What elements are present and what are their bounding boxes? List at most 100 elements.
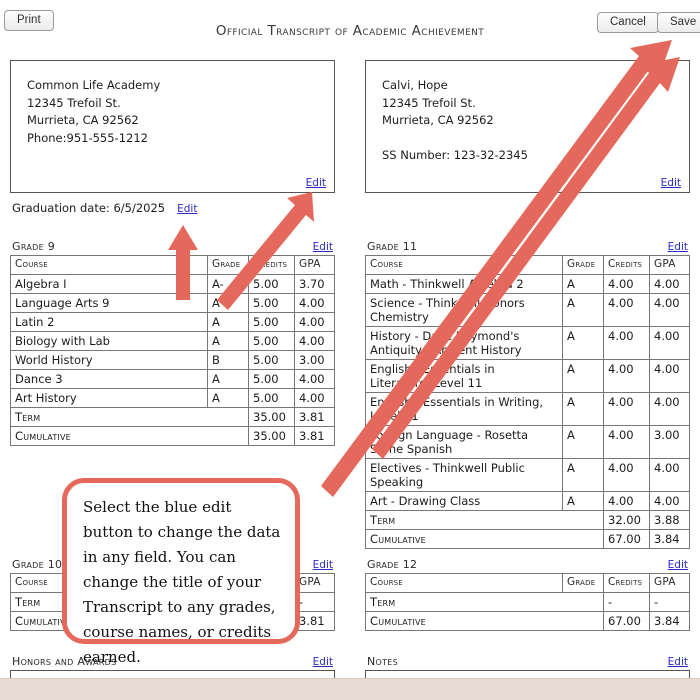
table-row: Latin 2 A 5.00 4.00 xyxy=(10,312,335,332)
cumulative-credits: 67.00 xyxy=(603,611,650,631)
cell-grade: A xyxy=(207,312,249,332)
cell-gpa: 4.00 xyxy=(294,312,335,332)
cell-grade: A xyxy=(207,293,249,313)
edit-grade-12-link[interactable]: Edit xyxy=(668,559,688,571)
cell-grade: A xyxy=(562,274,604,294)
table-row: Language Arts 9 A 5.00 4.00 xyxy=(10,293,335,313)
cell-gpa: 4.00 xyxy=(294,369,335,389)
term-label: Term xyxy=(365,510,604,530)
term-label: Term xyxy=(365,592,604,612)
cell-grade: A xyxy=(207,331,249,351)
cell-course: History - Dave Raymond's Antiquity - Anc… xyxy=(365,326,563,360)
table-row: Electives - Thinkwell Public Speaking A 4.… xyxy=(365,458,690,492)
grade-11-rows: Math - Thinkwell Algebra 2 A 4.00 4.00 Scien… xyxy=(365,274,690,511)
cell-credits: 5.00 xyxy=(248,350,295,370)
edit-student-link[interactable]: Edit xyxy=(661,177,681,189)
student-line: Murrieta, CA 92562 xyxy=(382,113,494,127)
edit-grade-10-link[interactable]: Edit xyxy=(313,559,333,571)
table-row: English - Essentials in Literature, Leve… xyxy=(365,359,690,393)
edit-grade-11-link[interactable]: Edit xyxy=(668,241,688,253)
cumulative-summary-row: Cumulative 35.00 3.81 xyxy=(10,426,335,446)
cell-credits: 4.00 xyxy=(603,425,650,459)
school-line: Murrieta, CA 92562 xyxy=(27,113,139,127)
annotation-callout: Select the blue edit button to change th… xyxy=(62,478,300,666)
save-button[interactable]: Save xyxy=(657,12,700,33)
cell-course: World History xyxy=(10,350,208,370)
col-credits: Credits xyxy=(603,255,650,275)
cell-gpa: 4.00 xyxy=(294,331,335,351)
term-summary-row: Term 35.00 3.81 xyxy=(10,407,335,427)
transcript-page: Official Transcript of Academic Achievem… xyxy=(0,0,700,700)
school-line: 12345 Trefoil St. xyxy=(27,95,121,110)
table-row: Art History A 5.00 4.00 xyxy=(10,388,335,408)
edit-grade-9-link[interactable]: Edit xyxy=(313,241,333,253)
title-row: Official Transcript of Academic Achievem… xyxy=(0,20,700,39)
table-header-row: Course Grade Credits GPA xyxy=(365,573,690,593)
edit-graduation-link[interactable]: Edit xyxy=(177,203,197,215)
cell-grade: A xyxy=(562,458,604,492)
cell-gpa: 4.00 xyxy=(649,491,690,511)
edit-notes-link[interactable]: Edit xyxy=(668,656,688,668)
term-summary-row: Term 32.00 3.88 xyxy=(365,510,690,530)
edit-school-link[interactable]: Edit xyxy=(306,177,326,189)
cell-grade: A xyxy=(562,326,604,360)
table-row: Math - Thinkwell Algebra 2 A 4.00 4.00 xyxy=(365,274,690,294)
cell-credits: 4.00 xyxy=(603,359,650,393)
table-row: Foreign Language - Rosetta Stone Spanish… xyxy=(365,425,690,459)
grade-11-section: Grade 11 Edit Course Grade Credits GPA M… xyxy=(365,240,690,549)
term-gpa: 3.88 xyxy=(649,510,690,530)
student-line: Calvi, Hope xyxy=(382,78,448,92)
cumulative-summary-row: Cumulative 67.00 3.84 xyxy=(365,529,690,549)
term-credits: - xyxy=(603,592,650,612)
school-line: Phone:951-555-1212 xyxy=(27,130,148,145)
cumulative-label: Cumulative xyxy=(10,426,249,446)
print-button[interactable]: Print xyxy=(4,10,54,31)
cell-credits: 5.00 xyxy=(248,293,295,313)
table-row: History - Dave Raymond's Antiquity - Anc… xyxy=(365,326,690,360)
bottom-toolbar xyxy=(0,678,700,700)
cell-course: Math - Thinkwell Algebra 2 xyxy=(365,274,563,294)
cumulative-gpa: 3.84 xyxy=(649,529,690,549)
cell-gpa: 4.00 xyxy=(649,458,690,492)
student-line: 12345 Trefoil St. xyxy=(382,95,476,110)
cell-gpa: 4.00 xyxy=(649,359,690,393)
cell-course: Language Arts 9 xyxy=(10,293,208,313)
cell-credits: 4.00 xyxy=(603,326,650,360)
cell-course: Algebra I xyxy=(10,274,208,294)
grade-12-section: Grade 12 Edit Course Grade Credits GPA T… xyxy=(365,558,690,631)
col-gpa: GPA xyxy=(649,573,690,593)
cell-credits: 5.00 xyxy=(248,331,295,351)
cumulative-credits: 67.00 xyxy=(603,529,650,549)
cell-course: Dance 3 xyxy=(10,369,208,389)
grade-9-header: Grade 9 Edit xyxy=(10,240,335,255)
cell-course: Latin 2 xyxy=(10,312,208,332)
cell-gpa: 3.70 xyxy=(294,274,335,294)
cell-grade: A xyxy=(562,392,604,426)
col-course: Course xyxy=(10,255,208,275)
term-credits: 35.00 xyxy=(248,407,295,427)
grade-9-table: Course Grade Credits GPA Algebra I A- 5.00… xyxy=(10,255,335,446)
cumulative-gpa: 3.81 xyxy=(294,611,335,631)
term-summary-row: Term-- xyxy=(365,592,690,612)
grade-11-table: Course Grade Credits GPA Math - Thinkwel… xyxy=(365,255,690,549)
cancel-button[interactable]: Cancel xyxy=(597,12,659,33)
grade-9-label: Grade 9 xyxy=(12,240,56,253)
cell-gpa: 4.00 xyxy=(649,326,690,360)
school-info-box: Common Life Academy 12345 Trefoil St. Mu… xyxy=(10,60,335,193)
cumulative-gpa: 3.84 xyxy=(649,611,690,631)
cell-credits: 4.00 xyxy=(603,491,650,511)
cell-grade: A xyxy=(562,491,604,511)
col-grade: Grade xyxy=(562,255,604,275)
grade-10-label: Grade 10 xyxy=(12,558,63,571)
edit-honors-link[interactable]: Edit xyxy=(313,656,333,668)
grade-11-summary: Term 32.00 3.88 Cumulative 67.00 3.84 xyxy=(365,510,690,549)
cell-course: English - Essentials in Writing, Level 1… xyxy=(365,392,563,426)
cell-course: English - Essentials in Literature, Leve… xyxy=(365,359,563,393)
student-info-box: Calvi, Hope 12345 Trefoil St. Murrieta, … xyxy=(365,60,690,193)
cell-credits: 5.00 xyxy=(248,388,295,408)
grade-11-label: Grade 11 xyxy=(367,240,418,253)
cell-grade: A xyxy=(562,425,604,459)
table-row: Science - Thinkwell Honors Chemistry A 4.0… xyxy=(365,293,690,327)
cell-course: Biology with Lab xyxy=(10,331,208,351)
col-grade: Grade xyxy=(562,573,604,593)
